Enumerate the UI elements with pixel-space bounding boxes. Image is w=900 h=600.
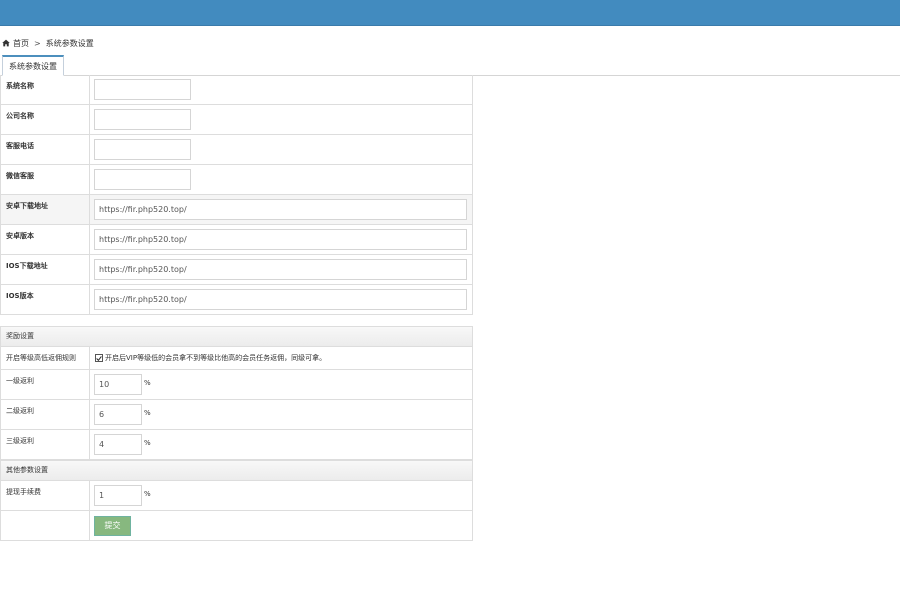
form-row-level2-rebate: 二级返利 % xyxy=(0,400,473,430)
level3-rebate-input[interactable] xyxy=(94,434,142,455)
system-name-input[interactable] xyxy=(94,79,191,100)
field-label: 开启等级高低返佣规则 xyxy=(1,347,90,369)
top-navbar xyxy=(0,0,900,26)
form-row-wechat-service: 微信客服 xyxy=(0,165,473,195)
percent-unit: % xyxy=(144,439,151,447)
wechat-service-input[interactable] xyxy=(94,169,191,190)
field-label: 二级返利 xyxy=(1,400,90,429)
percent-unit: % xyxy=(144,409,151,417)
field-label: 客服电话 xyxy=(1,135,90,164)
field-label: 三级返利 xyxy=(1,430,90,459)
field-label: 安卓版本 xyxy=(1,225,90,254)
form-row-ios-url: IOS下载地址 xyxy=(0,255,473,285)
form-row-level-rule: 开启等级高低返佣规则 开启后VIP等级低的会员拿不到等级比他高的会员任务返佣，同… xyxy=(0,347,473,370)
tab-system-settings[interactable]: 系统参数设置 xyxy=(2,55,64,76)
level2-rebate-input[interactable] xyxy=(94,404,142,425)
breadcrumb-home-link[interactable]: 首页 xyxy=(13,38,29,49)
check-icon xyxy=(96,355,102,361)
home-icon xyxy=(2,39,10,47)
withdraw-fee-input[interactable] xyxy=(94,485,142,506)
form-row-ios-version: IOS版本 xyxy=(0,285,473,315)
service-phone-input[interactable] xyxy=(94,139,191,160)
form-row-company-name: 公司名称 xyxy=(0,105,473,135)
field-label: IOS版本 xyxy=(1,285,90,314)
android-download-url-input[interactable] xyxy=(94,199,467,220)
submit-button[interactable]: 提交 xyxy=(94,516,131,536)
settings-form: 系统名称 公司名称 客服电话 微信客服 安卓下载地址 安卓版本 IOS下载地址 … xyxy=(0,75,473,541)
field-label: 安卓下载地址 xyxy=(1,195,90,224)
field-label: IOS下载地址 xyxy=(1,255,90,284)
field-label: 微信客服 xyxy=(1,165,90,194)
form-row-level1-rebate: 一级返利 % xyxy=(0,370,473,400)
ios-download-url-input[interactable] xyxy=(94,259,467,280)
level-rule-checkbox[interactable] xyxy=(95,354,103,362)
form-row-system-name: 系统名称 xyxy=(0,75,473,105)
field-label: 公司名称 xyxy=(1,105,90,134)
form-row-android-version: 安卓版本 xyxy=(0,225,473,255)
company-name-input[interactable] xyxy=(94,109,191,130)
ios-version-input[interactable] xyxy=(94,289,467,310)
percent-unit: % xyxy=(144,379,151,387)
breadcrumb-current: 系统参数设置 xyxy=(45,38,94,48)
reward-section-header: 奖励设置 xyxy=(0,326,473,347)
tab-bar: 系统参数设置 xyxy=(0,55,900,76)
android-version-input[interactable] xyxy=(94,229,467,250)
breadcrumb-separator: > xyxy=(34,38,41,48)
field-label: 系统名称 xyxy=(1,75,90,104)
level-rule-description: 开启后VIP等级低的会员拿不到等级比他高的会员任务返佣，同级可拿。 xyxy=(105,354,327,362)
empty-label xyxy=(1,511,90,540)
field-label: 一级返利 xyxy=(1,370,90,399)
form-row-android-url: 安卓下载地址 xyxy=(0,195,473,225)
field-label: 提现手续费 xyxy=(1,481,90,510)
form-row-level3-rebate: 三级返利 % xyxy=(0,430,473,460)
form-row-submit: 提交 xyxy=(0,511,473,541)
other-section-header: 其他参数设置 xyxy=(0,460,473,481)
percent-unit: % xyxy=(144,490,151,498)
form-row-withdraw-fee: 提现手续费 % xyxy=(0,481,473,511)
breadcrumb: 首页 > 系统参数设置 xyxy=(2,37,94,49)
level1-rebate-input[interactable] xyxy=(94,374,142,395)
form-row-service-phone: 客服电话 xyxy=(0,135,473,165)
